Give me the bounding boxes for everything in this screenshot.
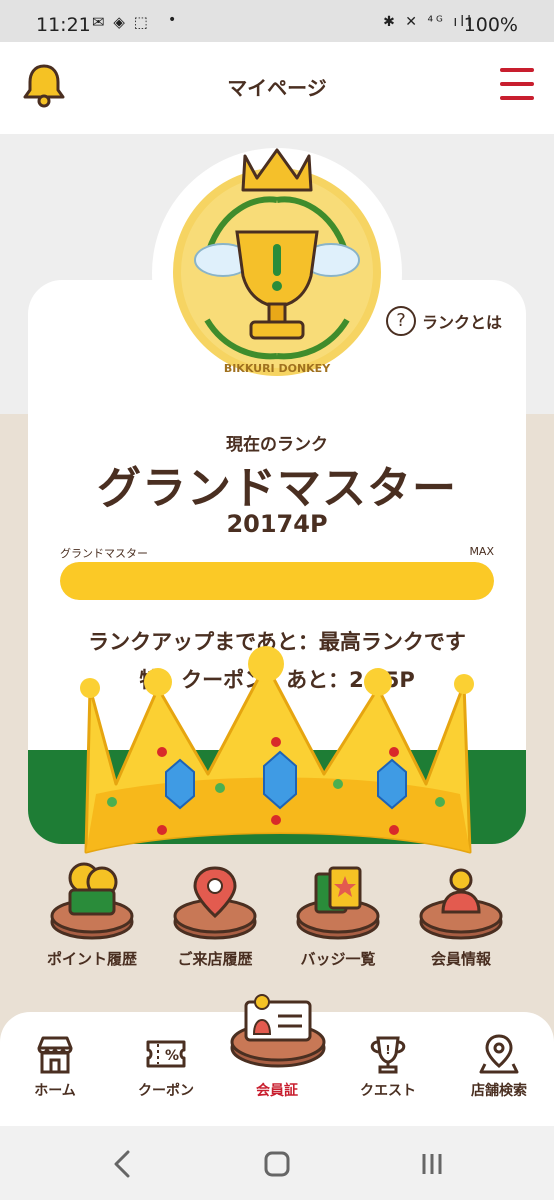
system-icons: ✱ ✕ ⁴ᴳ ıll — [383, 14, 474, 30]
coupon-icon: % — [146, 1040, 186, 1068]
page-title: マイページ — [227, 76, 327, 100]
point-history-button[interactable]: ポイント履歴 — [32, 860, 152, 980]
medal-text: BIKKURI DONKEY — [224, 362, 331, 375]
trophy-icon: ! — [370, 1036, 406, 1074]
rank-help-label: ランクとは — [422, 313, 503, 332]
menu-icon[interactable] — [500, 68, 536, 102]
svg-text:!: ! — [385, 1043, 390, 1057]
badge-cards-icon — [296, 866, 380, 940]
tab-label: 店舗検索 — [471, 1083, 527, 1099]
progress-start-label: グランドマスター — [60, 547, 148, 560]
wallet-coins-icon — [50, 862, 134, 940]
home-nav-icon[interactable] — [247, 1144, 307, 1184]
menu-label: 会員情報 — [430, 950, 491, 968]
member-menu: ポイント履歴 ご来店履歴 バッジ一覧 会員情報 — [0, 860, 554, 990]
help-icon: ? — [386, 306, 416, 336]
tab-coupon[interactable]: % クーポン — [111, 1034, 221, 1100]
back-icon[interactable] — [94, 1144, 154, 1184]
notification-icons: ✉ ◈ ⬚ — [92, 13, 150, 31]
tab-store-search[interactable]: 店舗検索 — [444, 1034, 554, 1100]
notification-dot: • — [168, 12, 177, 28]
rank-medal-icon: BIKKURI DONKEY — [173, 148, 381, 376]
tab-quest[interactable]: ! クエスト — [333, 1034, 443, 1100]
rank-points: 20174P — [226, 510, 328, 538]
menu-label: ご来店履歴 — [177, 950, 253, 968]
user-icon — [419, 868, 503, 940]
rank-help-link[interactable]: ? ランクとは — [386, 304, 502, 338]
battery-level: 100% — [463, 14, 518, 36]
tab-label: クーポン — [138, 1083, 194, 1099]
tab-home[interactable]: ホーム — [0, 1034, 110, 1100]
status-time: 11:21 — [36, 14, 91, 36]
badge-list-button[interactable]: バッジ一覧 — [278, 860, 398, 980]
recents-icon[interactable] — [402, 1144, 462, 1184]
visit-history-button[interactable]: ご来店履歴 — [155, 860, 275, 980]
store-icon — [37, 1036, 73, 1074]
app-header: マイページ — [0, 42, 554, 134]
map-pin-icon — [479, 1034, 519, 1074]
svg-text:%: % — [165, 1048, 179, 1064]
progress-end-label: MAX — [469, 545, 494, 558]
tab-label: ホーム — [34, 1083, 76, 1099]
location-pin-icon — [173, 866, 257, 940]
rank-progress-bar — [60, 562, 494, 600]
crown-icon — [80, 646, 474, 854]
tab-label: クエスト — [360, 1083, 416, 1099]
menu-label: ポイント履歴 — [46, 950, 137, 968]
status-bar: 11:21 ✉ ◈ ⬚ • ✱ ✕ ⁴ᴳ ıll 100% — [0, 0, 554, 42]
menu-label: バッジ一覧 — [300, 950, 376, 968]
member-info-button[interactable]: 会員情報 — [401, 860, 521, 980]
system-nav-bar — [0, 1126, 554, 1200]
tab-label: 会員証 — [256, 1083, 298, 1099]
rank-name: グランドマスター — [97, 463, 457, 514]
member-card-icon[interactable] — [228, 990, 328, 1070]
rank-progress-fill — [60, 562, 494, 600]
